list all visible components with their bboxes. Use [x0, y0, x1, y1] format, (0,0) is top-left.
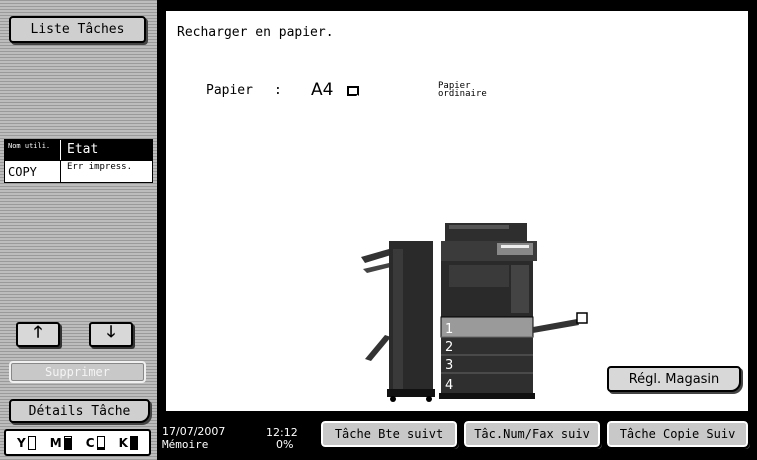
toner-label: C: [85, 435, 95, 450]
bypass-tray: [533, 319, 579, 333]
main-panel: Recharger en papier. Papier : A4 Papier …: [163, 8, 751, 414]
task-user: COPY: [5, 161, 61, 182]
toner-label: K: [118, 435, 128, 450]
tray-number-1: 1: [445, 322, 453, 337]
left-panel: Liste Tâches Nom utili. Etat COPY Err im…: [0, 0, 157, 460]
delete-button[interactable]: Supprimer: [9, 361, 146, 383]
tray-3: [441, 355, 533, 373]
task-details-button[interactable]: Détails Tâche: [9, 399, 150, 423]
tray-settings-button[interactable]: Régl. Magasin: [607, 366, 741, 392]
paper-type: Papier ordinaire: [438, 81, 487, 99]
memory-label: Mémoire: [162, 438, 209, 451]
task-table-header: Nom utili. Etat: [5, 140, 152, 160]
toner-label: M: [49, 435, 62, 450]
toner-item: Y: [17, 435, 36, 450]
next-copy-job-button[interactable]: Tâche Copie Suiv: [605, 419, 750, 449]
task-state: Err impress.: [67, 162, 133, 172]
tray-1: [440, 316, 534, 338]
toner-label: Y: [17, 435, 26, 450]
finisher-tray-top: [361, 249, 391, 263]
toner-item: C: [85, 435, 105, 450]
tray-number-2: 2: [445, 340, 453, 355]
arrow-up-icon: 🡑: [33, 322, 43, 341]
table-row[interactable]: COPY Err impress.: [5, 160, 152, 182]
paper-label: Papier: [206, 83, 253, 98]
tray-4: [441, 373, 533, 393]
paper-colon: :: [274, 83, 282, 98]
hand-icon: [576, 312, 588, 324]
next-box-job-button[interactable]: Tâche Bte suivt: [319, 419, 459, 449]
paper-orientation-icon: [347, 86, 359, 96]
toner-item: M: [49, 435, 72, 450]
next-scan-fax-job-button[interactable]: Tâc.Num/Fax suiv: [462, 419, 602, 449]
toner-item: K: [118, 435, 138, 450]
toner-bar: [27, 435, 36, 450]
arrow-down-icon: 🡓: [106, 322, 116, 341]
scroll-up-button[interactable]: 🡑: [16, 322, 60, 347]
paper-size: A4: [311, 80, 334, 100]
tray-2: [441, 337, 533, 355]
tray-number-4: 4: [445, 378, 453, 393]
tray-number-3: 3: [445, 358, 453, 373]
header-state: Etat: [67, 142, 99, 157]
task-list-button[interactable]: Liste Tâches: [9, 16, 146, 43]
status-date: 17/07/2007: [162, 425, 226, 438]
scroll-down-button[interactable]: 🡓: [89, 322, 133, 347]
printer-machine-illustration: 1 2 3 4: [361, 223, 588, 402]
header-user: Nom utili.: [5, 140, 61, 160]
status-message: Recharger en papier.: [177, 25, 334, 40]
finisher-tray-low: [365, 335, 391, 361]
toner-bar: [96, 435, 105, 450]
toner-bar: [63, 435, 72, 450]
toner-levels: Y M C K: [4, 429, 151, 456]
task-table: Nom utili. Etat COPY Err impress.: [4, 139, 153, 183]
toner-bar: [129, 435, 138, 450]
memory-percent: 0%: [276, 438, 294, 451]
finisher-tray-mid: [363, 263, 391, 273]
